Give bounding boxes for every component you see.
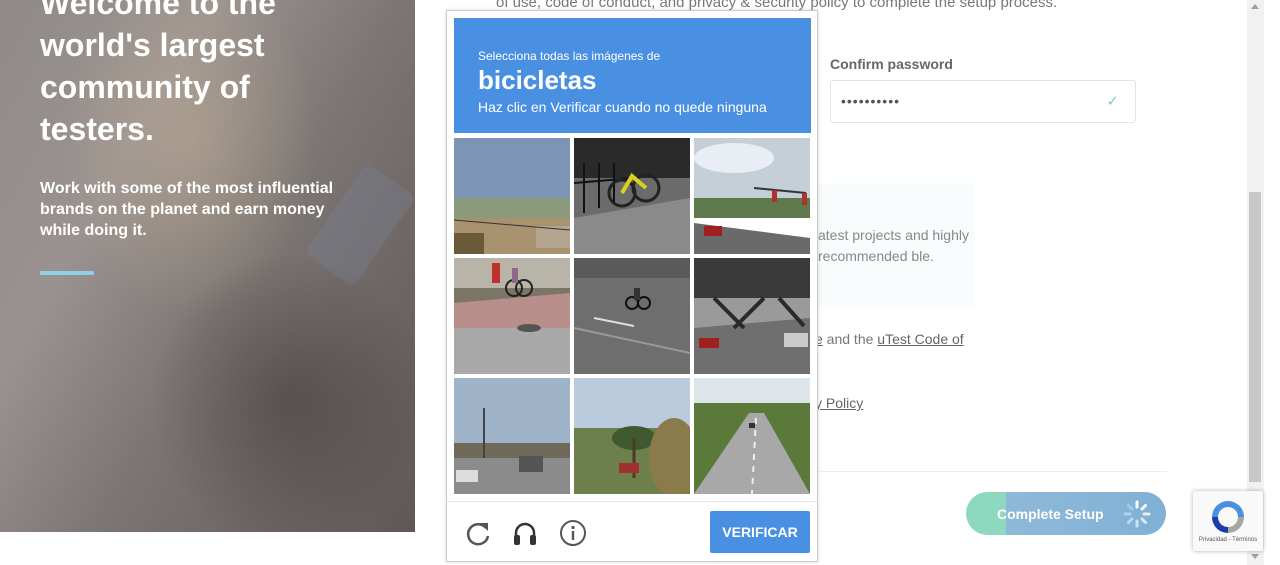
- page-scrollbar[interactable]: [1247, 0, 1264, 565]
- terms-agreement-line: e and the uTest Code of: [815, 331, 964, 347]
- captcha-tile[interactable]: [454, 378, 570, 494]
- scroll-down-icon[interactable]: [1251, 554, 1259, 559]
- hero-subtitle: Work with some of the most influential b…: [40, 180, 334, 239]
- headphones-icon[interactable]: [511, 519, 539, 547]
- confirm-password-value: ••••••••••: [841, 93, 901, 109]
- captcha-instruction: Selecciona todas las imágenes de: [478, 49, 661, 63]
- loading-spinner-icon: [1123, 500, 1151, 528]
- captcha-dialog: Selecciona todas las imágenes de bicicle…: [446, 10, 818, 562]
- complete-setup-label: Complete Setup: [997, 506, 1104, 522]
- recaptcha-logo-icon: [1212, 501, 1244, 533]
- recaptcha-badge[interactable]: Privacidad - Términos: [1193, 491, 1263, 551]
- confirm-password-field[interactable]: •••••••••• ✓: [830, 80, 1136, 123]
- hero-accent-line: [40, 271, 94, 275]
- captcha-tile[interactable]: [694, 138, 810, 254]
- reload-icon[interactable]: [464, 519, 492, 547]
- hero-title: Welcome to the world's largest community…: [40, 0, 276, 147]
- terms-connector: and the: [822, 331, 878, 347]
- captcha-header: Selecciona todas las imágenes de bicicle…: [454, 18, 811, 133]
- recaptcha-links[interactable]: Privacidad - Términos: [1197, 537, 1259, 543]
- form-divider: [815, 471, 1167, 472]
- privacy-agreement-line: y Policy: [815, 395, 863, 411]
- captcha-tile[interactable]: [574, 378, 690, 494]
- privacy-policy-link[interactable]: y Policy: [815, 395, 863, 411]
- scrollbar-thumb[interactable]: [1249, 192, 1261, 482]
- captcha-tile[interactable]: [694, 258, 810, 374]
- captcha-hint: Haz clic en Verificar cuando no quede ni…: [478, 99, 767, 115]
- captcha-tile[interactable]: [574, 258, 690, 374]
- info-icon[interactable]: [559, 519, 587, 547]
- confirm-password-label: Confirm password: [830, 56, 953, 72]
- info-text: atest projects and highly recommended bl…: [818, 227, 969, 264]
- captcha-target: bicicletas: [478, 65, 597, 95]
- captcha-footer-divider: [447, 501, 817, 502]
- captcha-tile[interactable]: [454, 258, 570, 374]
- hero-panel: Welcome to the world's largest community…: [0, 0, 415, 532]
- scroll-up-icon[interactable]: [1251, 4, 1259, 9]
- captcha-tile[interactable]: [694, 378, 810, 494]
- captcha-tile[interactable]: [454, 138, 570, 254]
- code-of-conduct-link[interactable]: uTest Code of: [877, 331, 963, 347]
- hero-image-shadow: [150, 250, 415, 532]
- complete-setup-button[interactable]: Complete Setup: [966, 492, 1166, 535]
- captcha-tile[interactable]: [574, 138, 690, 254]
- captcha-image-grid: [454, 138, 811, 495]
- page: Welcome to the world's largest community…: [0, 0, 1280, 565]
- check-icon: ✓: [1106, 93, 1119, 110]
- verify-button[interactable]: VERIFICAR: [710, 511, 810, 553]
